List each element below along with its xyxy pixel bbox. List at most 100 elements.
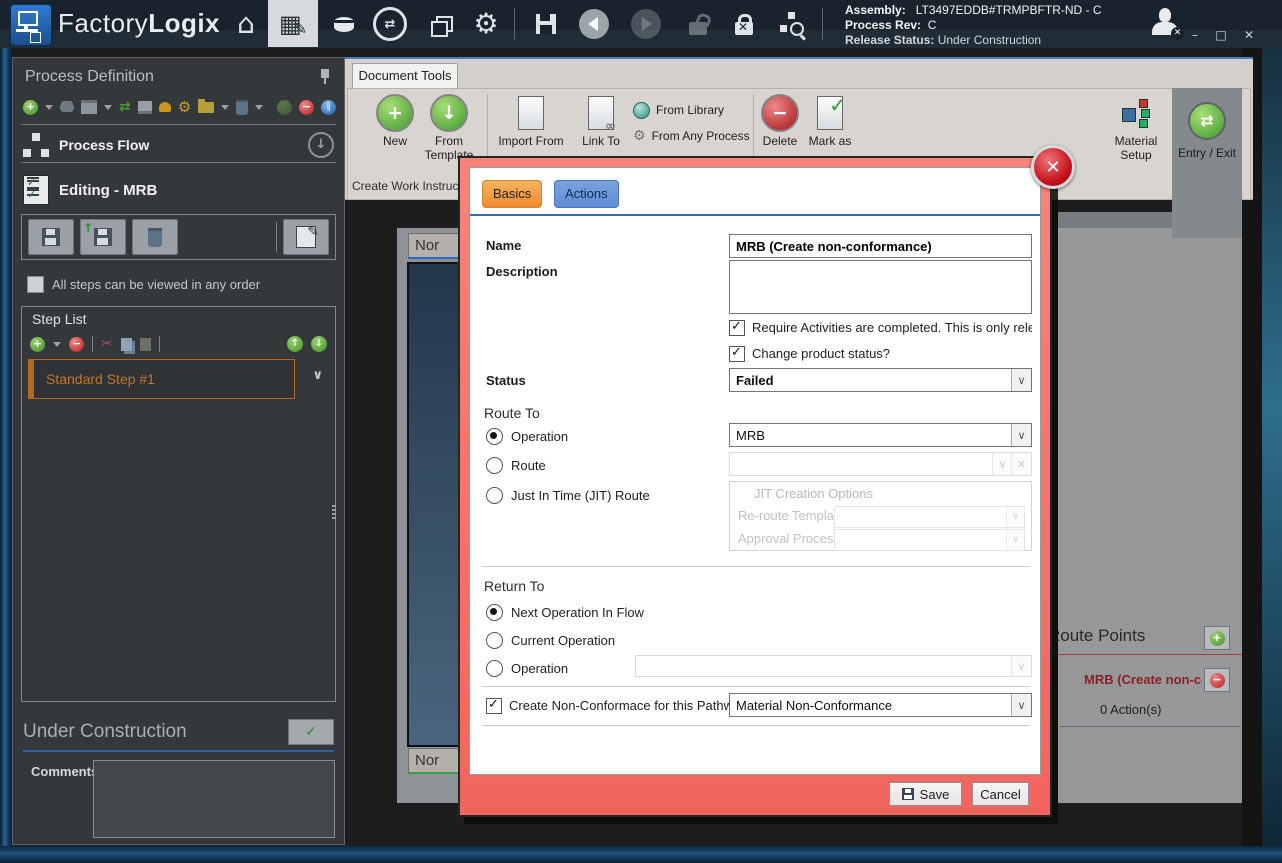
route-point-item[interactable]: MRB (Create non-conf...	[1084, 672, 1202, 687]
operation-radio[interactable]	[486, 428, 503, 445]
move-down-icon[interactable]: ↓	[311, 336, 327, 352]
settings-gear-icon[interactable]: ⚙	[466, 6, 506, 42]
cut-icon[interactable]: ✂	[101, 337, 113, 351]
save-floppy-icon	[901, 788, 914, 800]
data-import-icon[interactable]	[324, 6, 364, 42]
add-process-icon[interactable]: +	[23, 99, 38, 115]
step-expand-chevron[interactable]: ∨	[312, 369, 323, 382]
process-settings-icon[interactable]: ⚙	[178, 99, 191, 115]
save-button[interactable]: Save	[889, 782, 962, 806]
any-order-checkbox[interactable]	[27, 276, 44, 293]
operation-dropdown[interactable]: MRB ∨	[729, 423, 1032, 447]
jit-radio[interactable]	[486, 487, 503, 504]
return-operation-radio[interactable]	[486, 660, 503, 677]
require-activities-checkbox[interactable]: ✓	[729, 320, 745, 336]
user-signout-icon[interactable]: ✕	[1150, 8, 1184, 43]
ncf-type-dropdown[interactable]: Material Non-Conformance ∨	[729, 693, 1032, 717]
release-icon[interactable]	[277, 99, 292, 115]
maximize-button[interactable]: □	[1210, 28, 1232, 44]
delete-step-button[interactable]	[132, 219, 178, 255]
save-icon[interactable]	[526, 6, 566, 42]
step-list-item[interactable]: Standard Step #1	[28, 359, 295, 399]
jit-route-option[interactable]: Just In Time (JIT) Route	[486, 487, 650, 504]
new-document-button[interactable]: + New	[369, 92, 421, 170]
move-up-icon[interactable]: ↑	[287, 336, 303, 352]
save-as-template-button[interactable]: ↑	[80, 219, 126, 255]
approval-process-dropdown-disabled: ∨	[834, 529, 1025, 551]
process-definition-icon[interactable]: ▦ ✎	[273, 6, 313, 42]
require-activities-option[interactable]: ✓ Require Activities are completed. This…	[729, 320, 1032, 336]
back-icon[interactable]	[574, 6, 614, 42]
folder-dropdown-caret[interactable]	[221, 104, 230, 110]
process-search-icon[interactable]	[772, 6, 812, 42]
add-step-icon[interactable]: +	[30, 336, 45, 352]
collapse-circle-icon[interactable]: ↓	[308, 132, 334, 158]
add-step-caret[interactable]	[53, 341, 61, 347]
pin-icon[interactable]	[320, 68, 330, 84]
route-to-operation-option[interactable]: Operation	[486, 428, 568, 445]
route-radio[interactable]	[486, 457, 503, 474]
approve-button[interactable]: ✓	[288, 719, 334, 745]
tab-basics[interactable]: Basics	[482, 180, 543, 208]
paste-icon[interactable]	[139, 337, 151, 351]
export-folder-icon[interactable]	[198, 98, 215, 113]
presentation-icon[interactable]	[137, 100, 152, 114]
change-status-option[interactable]: ✓ Change product status?	[729, 345, 890, 362]
add-dropdown-caret[interactable]	[45, 104, 53, 110]
print-icon[interactable]	[81, 100, 97, 114]
save-template-icon	[94, 228, 112, 246]
trash-icon	[148, 227, 162, 247]
next-operation-option[interactable]: Next Operation In Flow	[486, 604, 644, 621]
create-ncf-option[interactable]: ✓ Create Non-Conformace for this Pathway	[486, 697, 747, 714]
from-library-button[interactable]: From Library	[633, 97, 750, 123]
home-icon[interactable]: ⌂	[226, 6, 266, 42]
document-icon	[518, 96, 544, 130]
remove-route-point-button[interactable]: −	[1204, 668, 1230, 692]
stop-icon[interactable]: −	[299, 99, 314, 115]
from-any-process-button[interactable]: ⚙ From Any Process	[633, 123, 750, 149]
alert-bell-icon[interactable]	[158, 102, 171, 112]
dialog-close-icon[interactable]: ✕	[1031, 145, 1075, 189]
comments-textarea[interactable]	[93, 760, 335, 838]
material-setup-button[interactable]: Material Setup	[1103, 92, 1169, 170]
current-operation-option[interactable]: Current Operation	[486, 632, 615, 649]
print-dropdown-caret[interactable]	[104, 104, 112, 110]
tab-actions[interactable]: Actions	[554, 180, 619, 208]
exchange-icon[interactable]: ⇄	[119, 100, 131, 114]
any-order-option[interactable]: All steps can be viewed in any order	[27, 276, 260, 293]
hold-icon[interactable]: ║	[321, 99, 336, 115]
name-input[interactable]	[729, 234, 1032, 258]
edit-notes-button[interactable]: ✎	[283, 219, 329, 255]
window-bottom-border	[0, 846, 1282, 863]
transfer-icon[interactable]: ⇄	[370, 6, 410, 42]
minimize-button[interactable]: –	[1184, 28, 1206, 44]
unlock-icon[interactable]	[678, 6, 718, 42]
process-flow-header[interactable]: Process Flow ↓	[23, 130, 334, 160]
edit-document-icon: ✎	[296, 225, 319, 248]
current-operation-radio[interactable]	[486, 632, 503, 649]
status-dropdown[interactable]: Failed ∨	[729, 368, 1032, 392]
discard-icon[interactable]	[236, 99, 249, 115]
discard-dropdown-caret[interactable]	[255, 104, 264, 110]
return-operation-option[interactable]: Operation	[486, 660, 568, 677]
resize-grip[interactable]	[332, 505, 336, 521]
create-ncf-checkbox[interactable]: ✓	[486, 697, 502, 714]
copy-icon[interactable]	[120, 337, 132, 351]
change-status-checkbox[interactable]: ✓	[729, 345, 745, 362]
status-label: Status	[486, 373, 526, 388]
entry-exit-button[interactable]: ⇄ Entry / Exit	[1172, 88, 1242, 238]
add-route-point-button[interactable]: +	[1204, 626, 1230, 650]
description-textarea[interactable]	[729, 260, 1032, 314]
under-construction-label: Under Construction	[23, 721, 187, 742]
tab-document-tools[interactable]: Document Tools	[352, 63, 458, 89]
next-operation-radio[interactable]	[486, 604, 503, 621]
forms-icon[interactable]	[420, 6, 460, 42]
save-step-button[interactable]	[28, 219, 74, 255]
remove-step-icon[interactable]: −	[69, 336, 84, 352]
find-icon[interactable]	[60, 102, 74, 112]
close-window-button[interactable]: ✕	[1238, 28, 1260, 44]
cancel-button[interactable]: Cancel	[972, 782, 1029, 806]
route-to-route-option[interactable]: Route	[486, 457, 546, 474]
lock-cancel-icon[interactable]: ✕	[724, 6, 764, 42]
forward-icon[interactable]	[626, 6, 666, 42]
